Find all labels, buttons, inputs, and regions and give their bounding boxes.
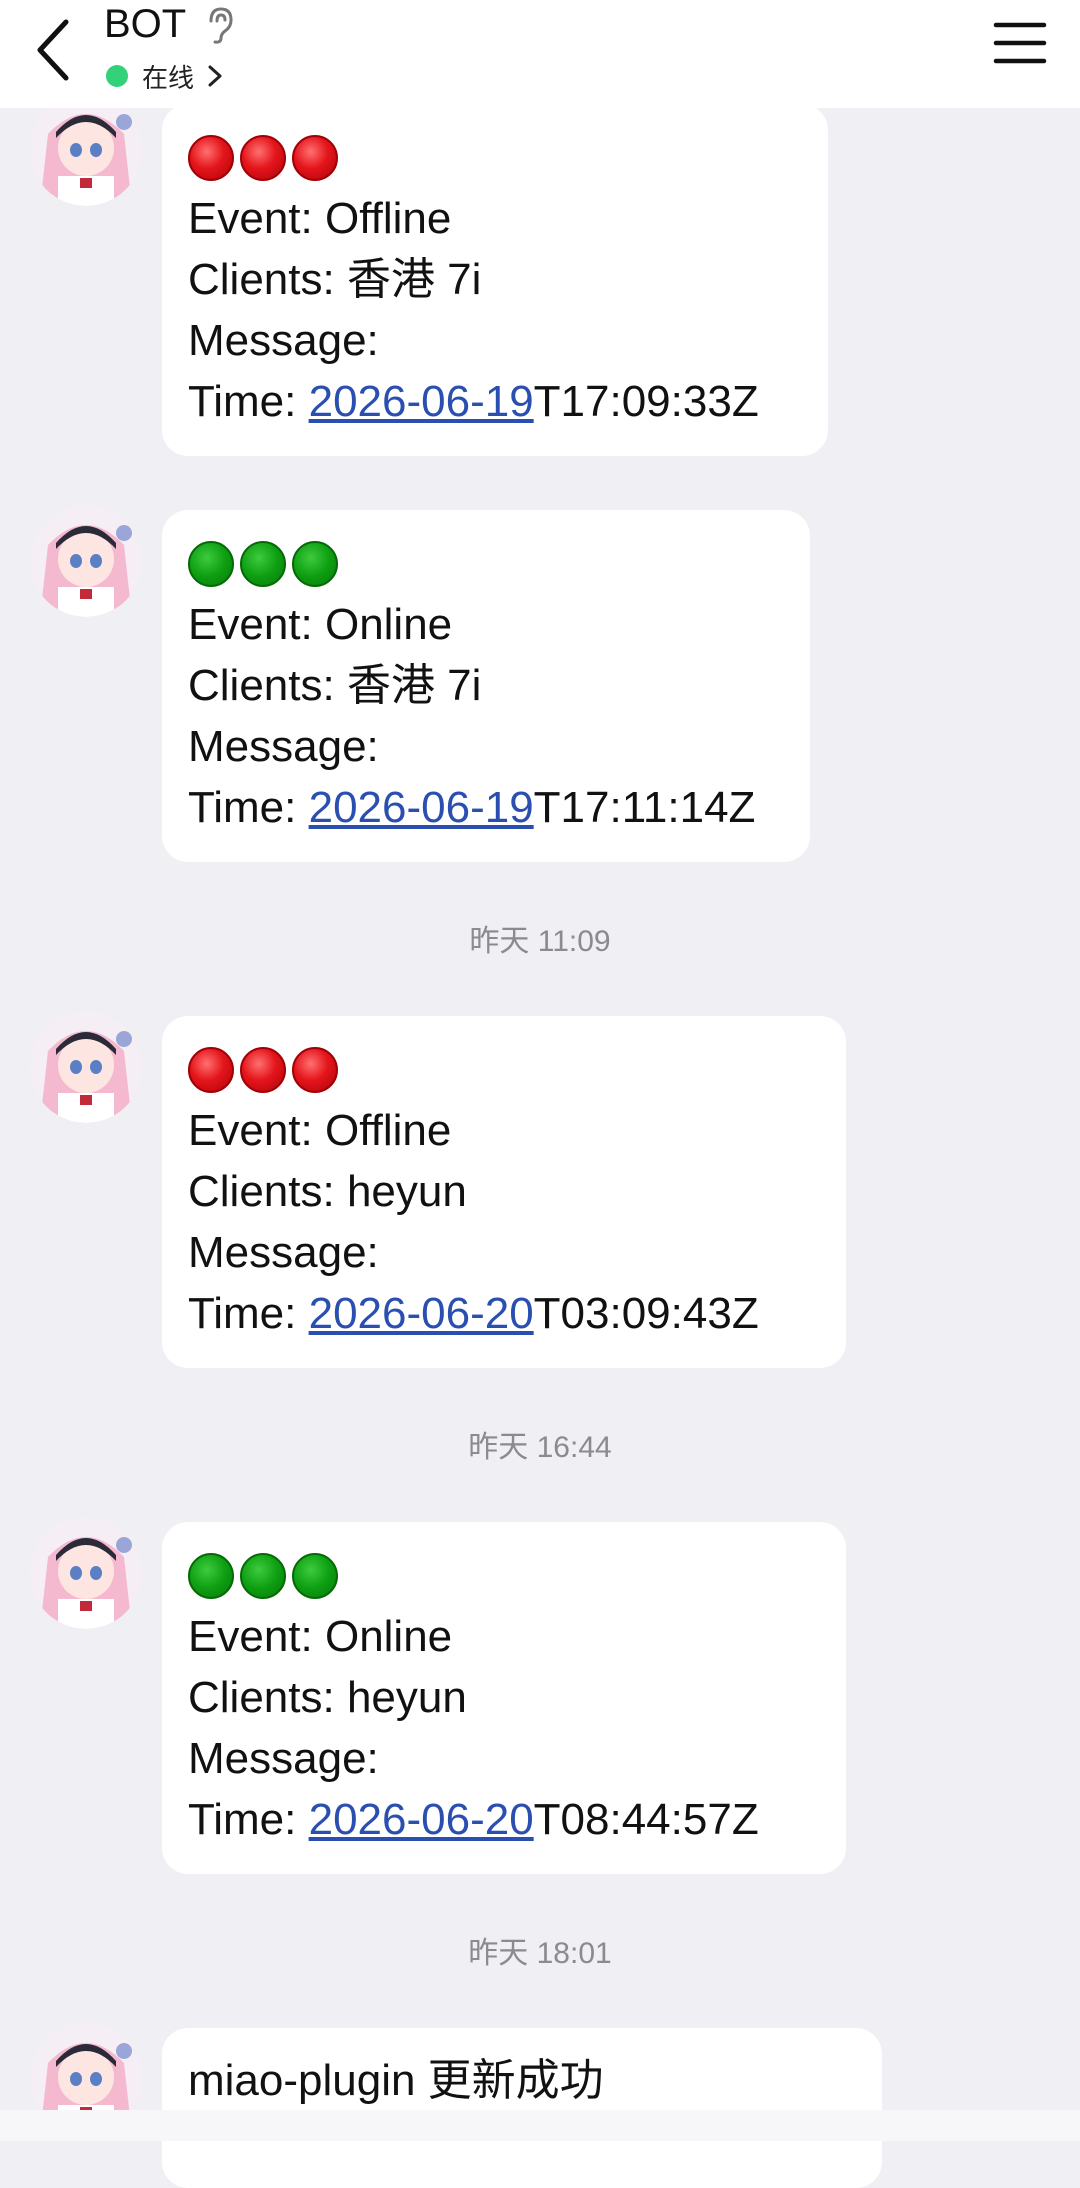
red-circle-icon xyxy=(188,135,234,181)
red-circle-icon xyxy=(188,1047,234,1093)
chat-title: BOT xyxy=(104,2,187,46)
green-circle-icon xyxy=(188,1553,234,1599)
avatar[interactable] xyxy=(30,505,142,617)
red-circle-icon xyxy=(240,1047,286,1093)
online-status[interactable]: 在线 xyxy=(106,58,224,94)
message-bubble[interactable]: Event: Online Clients: 香港 7i Message: Ti… xyxy=(162,510,810,862)
status-indicators xyxy=(188,1548,820,1604)
message-line: Message: xyxy=(188,722,379,771)
red-circle-icon xyxy=(240,135,286,181)
clients-line: Clients: heyun xyxy=(188,1167,467,1216)
status-indicators xyxy=(188,130,802,186)
red-circle-icon xyxy=(292,1047,338,1093)
time-line: Time: 2026-06-19T17:11:14Z xyxy=(188,783,756,832)
event-line: Event: Online xyxy=(188,1612,453,1661)
time-line: Time: 2026-06-20T03:09:43Z xyxy=(188,1289,759,1338)
event-line: Event: Offline xyxy=(188,1106,452,1155)
clients-line: Clients: 香港 7i xyxy=(188,255,482,304)
ear-icon[interactable] xyxy=(203,5,237,45)
hamburger-menu-icon xyxy=(993,22,1047,64)
date-link[interactable]: 2026-06-19 xyxy=(309,377,534,426)
date-link[interactable]: 2026-06-20 xyxy=(309,1795,534,1844)
green-circle-icon xyxy=(188,541,234,587)
online-dot-icon xyxy=(106,65,128,87)
message-bubble[interactable]: Event: Offline Clients: heyun Message: T… xyxy=(162,1016,846,1368)
top-bar: BOT 在线 xyxy=(0,0,1080,108)
timestamp: 昨天 18:01 xyxy=(468,1937,612,1970)
message-line: Message: xyxy=(188,316,379,365)
message-line: Message: xyxy=(188,1734,379,1783)
message-text: miao-plugin 更新成功 xyxy=(188,2056,604,2105)
time-line: Time: 2026-06-20T08:44:57Z xyxy=(188,1795,759,1844)
clients-line: Clients: 香港 7i xyxy=(188,661,482,710)
message-bubble[interactable]: Event: Offline Clients: 香港 7i Message: T… xyxy=(162,104,828,456)
avatar[interactable] xyxy=(30,1011,142,1123)
red-circle-icon xyxy=(292,135,338,181)
status-indicators xyxy=(188,1042,820,1098)
chevron-right-icon xyxy=(208,65,222,87)
avatar[interactable] xyxy=(30,94,142,206)
back-arrow-icon xyxy=(37,19,69,81)
status-text: 在线 xyxy=(142,62,195,93)
date-link[interactable]: 2026-06-19 xyxy=(309,783,534,832)
back-button[interactable] xyxy=(30,14,80,86)
event-line: Event: Offline xyxy=(188,194,452,243)
clients-line: Clients: heyun xyxy=(188,1673,467,1722)
title-area[interactable]: BOT xyxy=(104,2,237,47)
event-line: Event: Online xyxy=(188,600,453,649)
green-circle-icon xyxy=(292,1553,338,1599)
message-line: Message: xyxy=(188,1228,379,1277)
message-bubble[interactable]: miao-plugin 更新成功 xyxy=(162,2028,882,2188)
green-circle-icon xyxy=(240,1553,286,1599)
timestamp: 昨天 11:09 xyxy=(469,925,611,958)
message-bubble[interactable]: Event: Online Clients: heyun Message: Ti… xyxy=(162,1522,846,1874)
green-circle-icon xyxy=(240,541,286,587)
menu-button[interactable] xyxy=(992,18,1048,68)
date-link[interactable]: 2026-06-20 xyxy=(309,1289,534,1338)
avatar[interactable] xyxy=(30,1517,142,1629)
chat-area: Event: Offline Clients: 香港 7i Message: T… xyxy=(0,0,1080,2188)
green-circle-icon xyxy=(292,541,338,587)
timestamp: 昨天 16:44 xyxy=(468,1431,612,1464)
bottom-bar xyxy=(0,2110,1080,2141)
status-indicators xyxy=(188,536,784,592)
time-line: Time: 2026-06-19T17:09:33Z xyxy=(188,377,759,426)
